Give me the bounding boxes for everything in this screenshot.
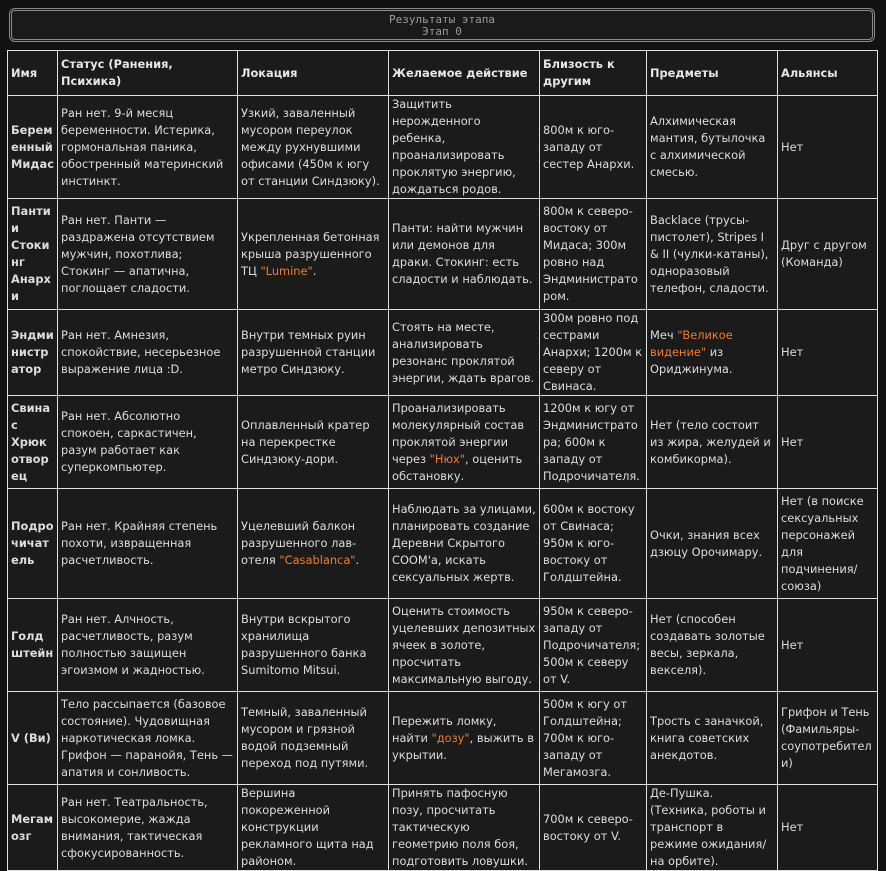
location-text-end: .: [355, 553, 360, 567]
character-location: Узкий, заваленный мусором переулок между…: [237, 95, 389, 199]
stage-number: Этап 0: [422, 25, 462, 38]
character-proximity: 1200м к югу от Эндминистратора; 600м к з…: [539, 395, 647, 489]
character-action: Защитить нерожденного ребенка, проанализ…: [388, 95, 540, 199]
character-items: Де-Пушка. (Техника, роботы и транспорт в…: [646, 784, 778, 871]
character-proximity: 600м к востоку от Свинаса; 950м к юго-во…: [539, 488, 647, 599]
character-action: Наблюдать за улицами, планировать создан…: [388, 488, 540, 599]
character-name: Подрочичатель: [7, 488, 58, 599]
highlighted-place-name: "Casablanca": [279, 553, 356, 567]
column-header-location: Локация: [237, 50, 389, 96]
character-status: Ран нет. Амнезия, спокойствие, несерьезн…: [57, 309, 238, 396]
character-status: Ран нет. Театральность, высокомерие, жаж…: [57, 784, 238, 871]
column-header-status: Статус (Ранения, Психика): [57, 50, 238, 96]
highlighted-place-name: "Lumine": [260, 263, 313, 278]
table-row: Беременный Мидас Ран нет. 9-й месяц бере…: [7, 95, 878, 199]
table-row: Свинас Хрюкотворец Ран нет. Абсолютно сп…: [7, 395, 878, 489]
highlighted-item-name: "дозу": [431, 730, 470, 745]
character-action: Панти: найти мужчин или демонов для драк…: [388, 198, 540, 310]
character-proximity: 500м к югу от Голдштейна; 700м к юго-зап…: [539, 691, 647, 785]
table-row: Панти и Стокинг Анархи Ран нет. Панти — …: [7, 198, 878, 310]
character-location: Уцелевший балкон разрушенного лав-отеля …: [237, 488, 389, 599]
character-name: Эндминистратор: [7, 309, 58, 396]
table-header-row: Имя Статус (Ранения, Психика) Локация Же…: [7, 50, 878, 96]
column-header-action: Желаемое действие: [388, 50, 540, 96]
character-status: Ран нет. Алчность, расчетливость, разум …: [57, 598, 238, 692]
character-items: Нет (способен создавать золотые весы, зе…: [646, 598, 778, 692]
character-alliance: Нет: [777, 309, 878, 396]
character-alliance: Грифон и Тень (Фамильяры-соупотребители): [777, 691, 878, 785]
character-location: Внутри вскрытого хранилища разрушенного …: [237, 598, 389, 692]
character-status: Ран нет. Крайняя степень похоти, извраще…: [57, 488, 238, 599]
character-status: Ран нет. 9-й месяц беременности. Истерик…: [57, 95, 238, 199]
character-name: V (Ви): [7, 691, 58, 785]
character-alliance: Нет: [777, 95, 878, 199]
table-row: Подрочичатель Ран нет. Крайняя степень п…: [7, 488, 878, 599]
character-status: Тело рассыпается (базовое состояние). Чу…: [57, 691, 238, 785]
character-status: Ран нет. Абсолютно спокоен, саркастичен,…: [57, 395, 238, 489]
character-proximity: 700м к северо-востоку от V.: [539, 784, 647, 871]
character-items: Backlace (трусы-пистолет), Stripes I & I…: [646, 198, 778, 310]
results-table: Имя Статус (Ранения, Психика) Локация Же…: [7, 50, 878, 871]
character-alliance: Нет: [777, 395, 878, 489]
character-name: Мегамозг: [7, 784, 58, 871]
location-text-end: .: [312, 263, 317, 278]
character-location: Укрепленная бетонная крыша разрушенного …: [237, 198, 389, 310]
character-alliance: Нет: [777, 784, 878, 871]
column-header-proximity: Близость к другим: [539, 50, 647, 96]
character-name: Голдштейн: [7, 598, 58, 692]
character-action: Пережить ломку, найти "дозу", выжить в у…: [388, 691, 540, 785]
character-alliance: Друг с другом (Команда): [777, 198, 878, 310]
highlighted-ability-name: "Нюх": [429, 451, 466, 466]
character-status: Ран нет. Панти — раздражена отсутствием …: [57, 198, 238, 310]
character-action: Проанализировать молекулярный состав про…: [388, 395, 540, 489]
character-proximity: 950м к северо-западу от Подрочичателя; 5…: [539, 598, 647, 692]
character-proximity: 800м к юго-западу от сестер Анархи.: [539, 95, 647, 199]
character-name: Свинас Хрюкотворец: [7, 395, 58, 489]
character-alliance: Нет (в поиске сексуальных персонажей для…: [777, 488, 878, 599]
character-action: Оценить стоимость уцелевших депозитных я…: [388, 598, 540, 692]
character-location: Вершина покореженной конструкции рекламн…: [237, 784, 389, 871]
column-header-name: Имя: [7, 50, 58, 96]
character-location: Внутри темных руин разрушенной станции м…: [237, 309, 389, 396]
character-alliance: Нет: [777, 598, 878, 692]
character-action: Принять пафосную позу, просчитать тактич…: [388, 784, 540, 871]
stage-results-header: Результаты этапа Этап 0: [9, 8, 875, 42]
character-items: Меч "Великое видение" из Ориджинума.: [646, 309, 778, 396]
character-proximity: 300м ровно под сестрами Анархи; 1200м к …: [539, 309, 647, 396]
character-location: Оплавленный кратер на перекрестке Синдзю…: [237, 395, 389, 489]
column-header-items: Предметы: [646, 50, 778, 96]
table-row: Мегамозг Ран нет. Театральность, высоком…: [7, 784, 878, 871]
table-row: Голдштейн Ран нет. Алчность, расчетливос…: [7, 598, 878, 692]
character-proximity: 800м к северо-востоку от Мидаса; 300м ро…: [539, 198, 647, 310]
column-header-alliance: Альянсы: [777, 50, 878, 96]
character-action: Стоять на месте, анализировать резонанс …: [388, 309, 540, 396]
character-items: Нет (тело состоит из жира, желудей и ком…: [646, 395, 778, 489]
character-location: Темный, заваленный мусором и грязной вод…: [237, 691, 389, 785]
character-items: Трость с заначкой, книга советских анекд…: [646, 691, 778, 785]
character-items: Очки, знания всех дзюцу Орочимару.: [646, 488, 778, 599]
character-name: Беременный Мидас: [7, 95, 58, 199]
table-row: Эндминистратор Ран нет. Амнезия, спокойс…: [7, 309, 878, 396]
items-text: Меч: [650, 328, 678, 342]
character-name: Панти и Стокинг Анархи: [7, 198, 58, 310]
table-row: V (Ви) Тело рассыпается (базовое состоян…: [7, 691, 878, 785]
character-items: Алхимическая мантия, бутылочка с алхимич…: [646, 95, 778, 199]
